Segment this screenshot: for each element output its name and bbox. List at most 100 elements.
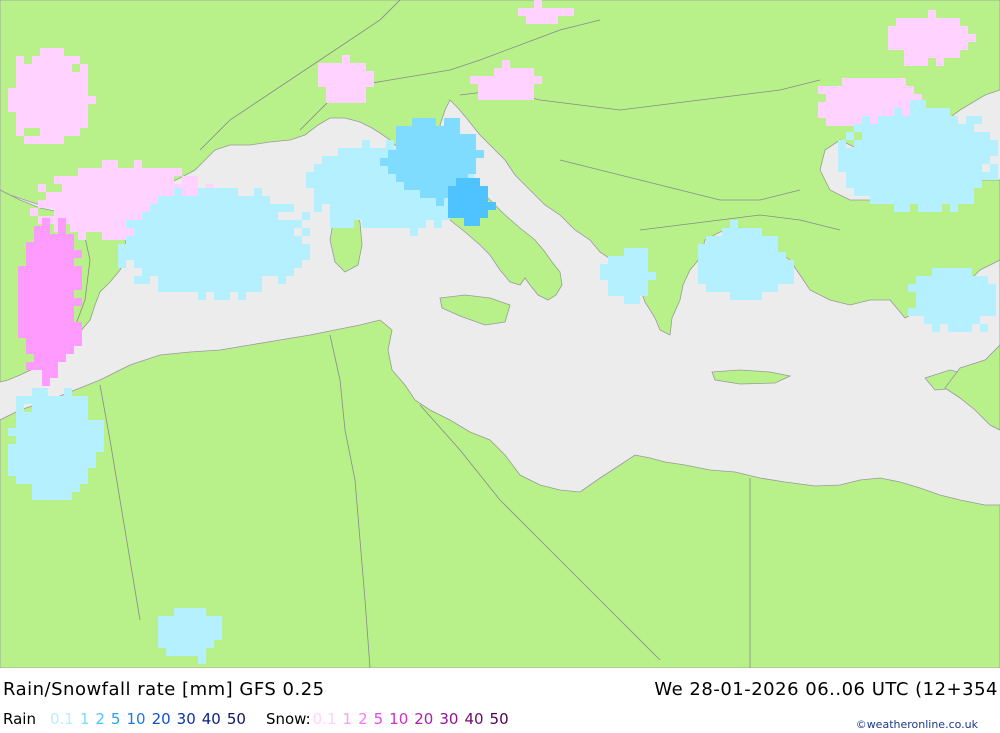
credit-link[interactable]: ©weatheronline.co.uk: [856, 718, 978, 731]
precip-cell: [886, 156, 894, 164]
precip-cell: [182, 220, 190, 228]
precip-cell: [346, 204, 354, 212]
precip-cell: [88, 420, 96, 428]
precip-cell: [80, 476, 88, 484]
precip-cell: [948, 316, 956, 324]
precip-cell: [254, 212, 262, 220]
precip-cell: [738, 260, 746, 268]
precip-cell: [158, 284, 166, 292]
precip-cell: [126, 200, 134, 208]
precip-cell: [950, 140, 958, 148]
precip-cell: [166, 196, 174, 204]
precip-cell: [182, 608, 190, 616]
precip-cell: [966, 156, 974, 164]
precip-cell: [746, 260, 754, 268]
precip-cell: [932, 300, 940, 308]
rain-legend-value: 2: [95, 710, 105, 728]
precip-cell: [402, 220, 410, 228]
precip-cell: [706, 252, 714, 260]
precip-cell: [370, 188, 378, 196]
precip-cell: [964, 316, 972, 324]
precip-cell: [396, 142, 404, 150]
precip-cell: [486, 84, 494, 92]
precip-cell: [722, 236, 730, 244]
precip-cell: [926, 140, 934, 148]
precip-cell: [526, 8, 534, 16]
precip-cell: [932, 292, 940, 300]
precip-cell: [318, 63, 326, 71]
precip-cell: [80, 64, 88, 72]
precip-cell: [928, 26, 936, 34]
precip-cell: [48, 444, 56, 452]
precip-cell: [452, 126, 460, 134]
precip-cell: [166, 632, 174, 640]
precip-cell: [56, 484, 64, 492]
precip-cell: [322, 188, 330, 196]
precip-cell: [158, 244, 166, 252]
precip-cell: [330, 220, 338, 228]
precip-cell: [94, 208, 102, 216]
precip-cell: [902, 164, 910, 172]
precip-cell: [468, 150, 476, 158]
precip-cell: [72, 428, 80, 436]
precip-cell: [470, 76, 478, 84]
precip-cell: [278, 220, 286, 228]
precip-cell: [600, 272, 608, 280]
precip-cell: [942, 132, 950, 140]
precip-cell: [50, 306, 58, 314]
precip-cell: [730, 228, 738, 236]
precip-cell: [294, 236, 302, 244]
precip-cell: [942, 196, 950, 204]
precip-cell: [378, 212, 386, 220]
precip-cell: [150, 268, 158, 276]
precip-cell: [888, 26, 896, 34]
precip-cell: [166, 640, 174, 648]
precip-cell: [394, 188, 402, 196]
precip-cell: [58, 226, 66, 234]
precip-cell: [436, 150, 444, 158]
precip-cell: [142, 168, 150, 176]
precip-cell: [48, 396, 56, 404]
precip-cell: [86, 184, 94, 192]
precipitation-map: [0, 0, 1000, 668]
precip-cell: [346, 212, 354, 220]
precip-cell: [902, 132, 910, 140]
precip-cell: [894, 124, 902, 132]
precip-cell: [918, 108, 926, 116]
precip-cell: [34, 354, 42, 362]
precip-cell: [238, 220, 246, 228]
precip-cell: [322, 196, 330, 204]
precip-cell: [460, 142, 468, 150]
precip-cell: [214, 276, 222, 284]
precip-cell: [942, 180, 950, 188]
precip-cell: [886, 132, 894, 140]
precip-cell: [58, 234, 66, 242]
precip-cell: [16, 396, 24, 404]
precip-cell: [246, 204, 254, 212]
precip-cell: [88, 444, 96, 452]
precip-cell: [894, 164, 902, 172]
precip-cell: [456, 194, 464, 202]
precip-cell: [278, 244, 286, 252]
precip-cell: [88, 452, 96, 460]
precip-cell: [936, 42, 944, 50]
precip-cell: [42, 298, 50, 306]
precip-cell: [870, 148, 878, 156]
precip-cell: [878, 180, 886, 188]
precip-cell: [72, 56, 80, 64]
precip-cell: [850, 78, 858, 86]
precip-cell: [80, 428, 88, 436]
precip-cell: [206, 220, 214, 228]
precip-cell: [926, 148, 934, 156]
precip-cell: [370, 148, 378, 156]
precip-cell: [534, 0, 542, 8]
precip-cell: [58, 338, 66, 346]
precip-cell: [134, 276, 142, 284]
precip-cell: [896, 18, 904, 26]
precip-cell: [230, 228, 238, 236]
precip-cell: [198, 648, 206, 656]
precip-cell: [330, 180, 338, 188]
precip-cell: [158, 184, 166, 192]
precip-cell: [980, 300, 988, 308]
precip-cell: [182, 184, 190, 192]
